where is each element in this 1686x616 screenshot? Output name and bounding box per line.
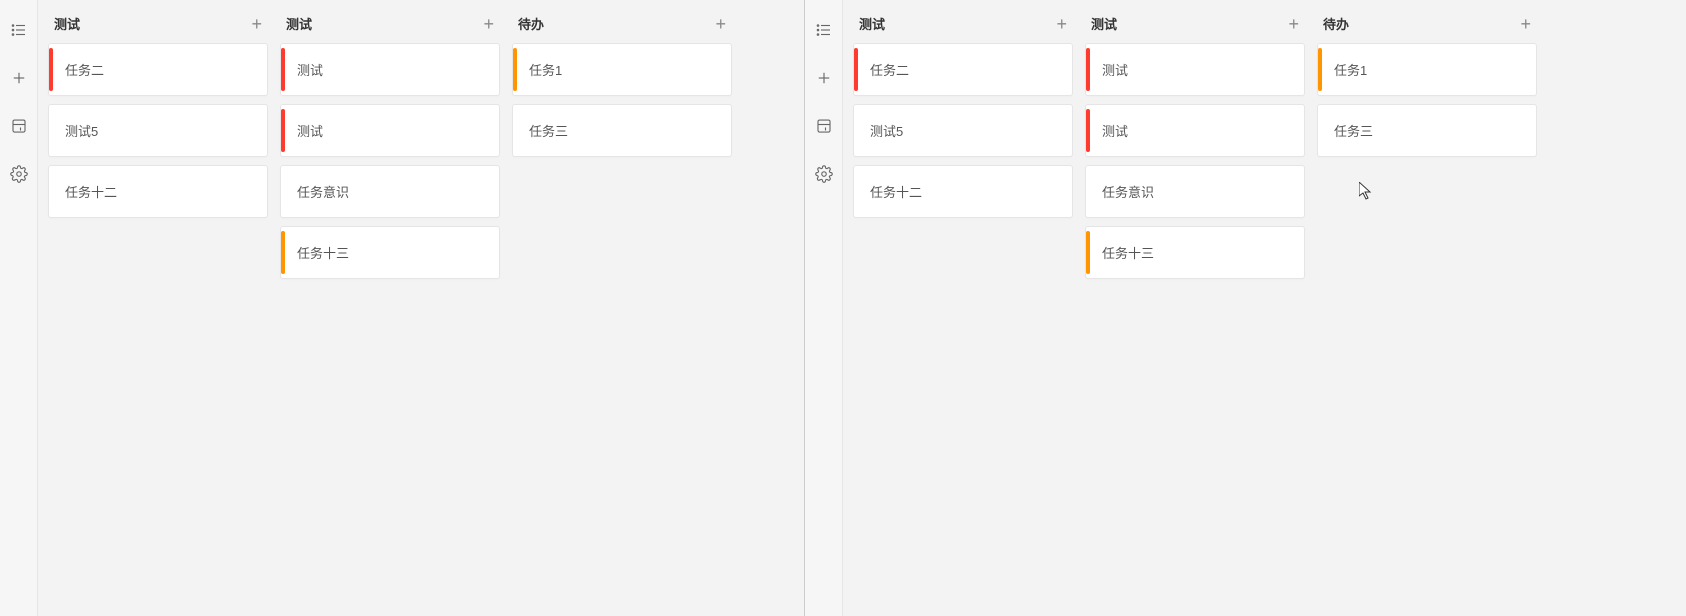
add-card-button[interactable]: + xyxy=(1288,15,1299,33)
task-card[interactable]: 任务1 xyxy=(1317,43,1537,96)
task-card[interactable]: 任务1 xyxy=(512,43,732,96)
card-accent xyxy=(281,231,285,274)
cards-list: 任务二测试5 任务十二 xyxy=(849,43,1077,218)
task-card[interactable]: 任务二 xyxy=(48,43,268,96)
card-title: 任务十三 xyxy=(297,243,349,262)
card-title: 测试 xyxy=(297,60,323,79)
sidebar-plus-icon[interactable] xyxy=(7,66,31,90)
kanban-column: 待办 + 任务1 任务三 xyxy=(508,8,736,157)
cards-list: 任务二测试5 任务十二 xyxy=(44,43,272,218)
card-accent xyxy=(513,48,517,91)
sidebar-gear-icon[interactable] xyxy=(812,162,836,186)
add-card-button[interactable]: + xyxy=(715,15,726,33)
card-accent xyxy=(1086,231,1090,274)
card-title: 任务三 xyxy=(1334,121,1373,140)
task-card[interactable]: 任务三 xyxy=(512,104,732,157)
cards-list: 任务1 任务三 xyxy=(1313,43,1541,157)
card-title: 任务十二 xyxy=(870,182,922,201)
sidebar-plus-icon[interactable] xyxy=(812,66,836,90)
add-card-button[interactable]: + xyxy=(483,15,494,33)
card-title: 测试 xyxy=(1102,60,1128,79)
kanban-column: 测试+测试测试任务意识任务十三 xyxy=(1081,8,1309,279)
kanban-column: 测试 + 任务二测试5 任务十二 xyxy=(44,8,272,218)
column-title: 测试 xyxy=(1091,14,1117,33)
card-accent xyxy=(281,48,285,91)
card-accent xyxy=(49,48,53,91)
task-card[interactable]: 测试 xyxy=(1085,104,1305,157)
board-right: 测试+任务二测试5任务十二测试+测试测试任务意识任务十三待办+任务1任务三 xyxy=(843,0,1686,616)
task-card[interactable]: 任务十二 xyxy=(48,165,268,218)
card-title: 任务意识 xyxy=(1102,182,1154,201)
card-title: 任务十三 xyxy=(1102,243,1154,262)
card-title: 任务三 xyxy=(529,121,568,140)
task-card[interactable]: 任务十三 xyxy=(280,226,500,279)
task-card[interactable]: 任务十二 xyxy=(853,165,1073,218)
task-card[interactable]: 测试 xyxy=(280,43,500,96)
column-header: 测试 + xyxy=(849,8,1077,43)
board-left: 测试+任务二测试5任务十二测试+测试测试任务意识任务十三待办+任务1任务三 xyxy=(38,0,804,616)
cards-list: 测试测试任务意识任务十三 xyxy=(1081,43,1309,279)
task-card[interactable]: 任务十三 xyxy=(1085,226,1305,279)
card-title: 任务1 xyxy=(1334,60,1367,79)
card-title: 任务意识 xyxy=(297,182,349,201)
sidebar xyxy=(0,0,38,616)
card-title: 任务二 xyxy=(870,60,909,79)
sidebar-list-icon[interactable] xyxy=(7,18,31,42)
column-title: 测试 xyxy=(859,14,885,33)
pane-left: 测试+任务二测试5任务十二测试+测试测试任务意识任务十三待办+任务1任务三 xyxy=(0,0,805,616)
column-header: 待办 + xyxy=(1313,8,1541,43)
kanban-column: 待办 + 任务1 任务三 xyxy=(1313,8,1541,157)
kanban-column: 测试 + 任务二测试5 任务十二 xyxy=(849,8,1077,218)
column-title: 测试 xyxy=(286,14,312,33)
cards-list: 任务1 任务三 xyxy=(508,43,736,157)
card-title: 测试5 xyxy=(870,121,903,140)
task-card[interactable]: 测试 xyxy=(1085,43,1305,96)
card-title: 任务十二 xyxy=(65,182,117,201)
sidebar xyxy=(805,0,843,616)
column-header: 测试 + xyxy=(44,8,272,43)
column-title: 待办 xyxy=(1323,14,1349,33)
pane-right: 测试+任务二测试5任务十二测试+测试测试任务意识任务十三待办+任务1任务三 xyxy=(805,0,1686,616)
task-card[interactable]: 任务三 xyxy=(1317,104,1537,157)
card-accent xyxy=(854,48,858,91)
card-accent xyxy=(1086,109,1090,152)
card-title: 任务二 xyxy=(65,60,104,79)
card-title: 测试 xyxy=(297,121,323,140)
task-card[interactable]: 测试 xyxy=(280,104,500,157)
card-accent xyxy=(1086,48,1090,91)
column-header: 测试 + xyxy=(1081,8,1309,43)
sidebar-archive-icon[interactable] xyxy=(812,114,836,138)
sidebar-list-icon[interactable] xyxy=(812,18,836,42)
column-header: 待办 + xyxy=(508,8,736,43)
card-accent xyxy=(1318,48,1322,91)
kanban-column: 测试+测试测试任务意识任务十三 xyxy=(276,8,504,279)
card-title: 测试 xyxy=(1102,121,1128,140)
add-card-button[interactable]: + xyxy=(1520,15,1531,33)
column-header: 测试 + xyxy=(276,8,504,43)
add-card-button[interactable]: + xyxy=(251,15,262,33)
task-card[interactable]: 任务二 xyxy=(853,43,1073,96)
task-card[interactable]: 任务意识 xyxy=(1085,165,1305,218)
task-card[interactable]: 任务意识 xyxy=(280,165,500,218)
card-title: 任务1 xyxy=(529,60,562,79)
add-card-button[interactable]: + xyxy=(1056,15,1067,33)
sidebar-gear-icon[interactable] xyxy=(7,162,31,186)
card-accent xyxy=(281,109,285,152)
task-card[interactable]: 测试5 xyxy=(853,104,1073,157)
column-title: 测试 xyxy=(54,14,80,33)
sidebar-archive-icon[interactable] xyxy=(7,114,31,138)
task-card[interactable]: 测试5 xyxy=(48,104,268,157)
cards-list: 测试测试任务意识任务十三 xyxy=(276,43,504,279)
card-title: 测试5 xyxy=(65,121,98,140)
column-title: 待办 xyxy=(518,14,544,33)
